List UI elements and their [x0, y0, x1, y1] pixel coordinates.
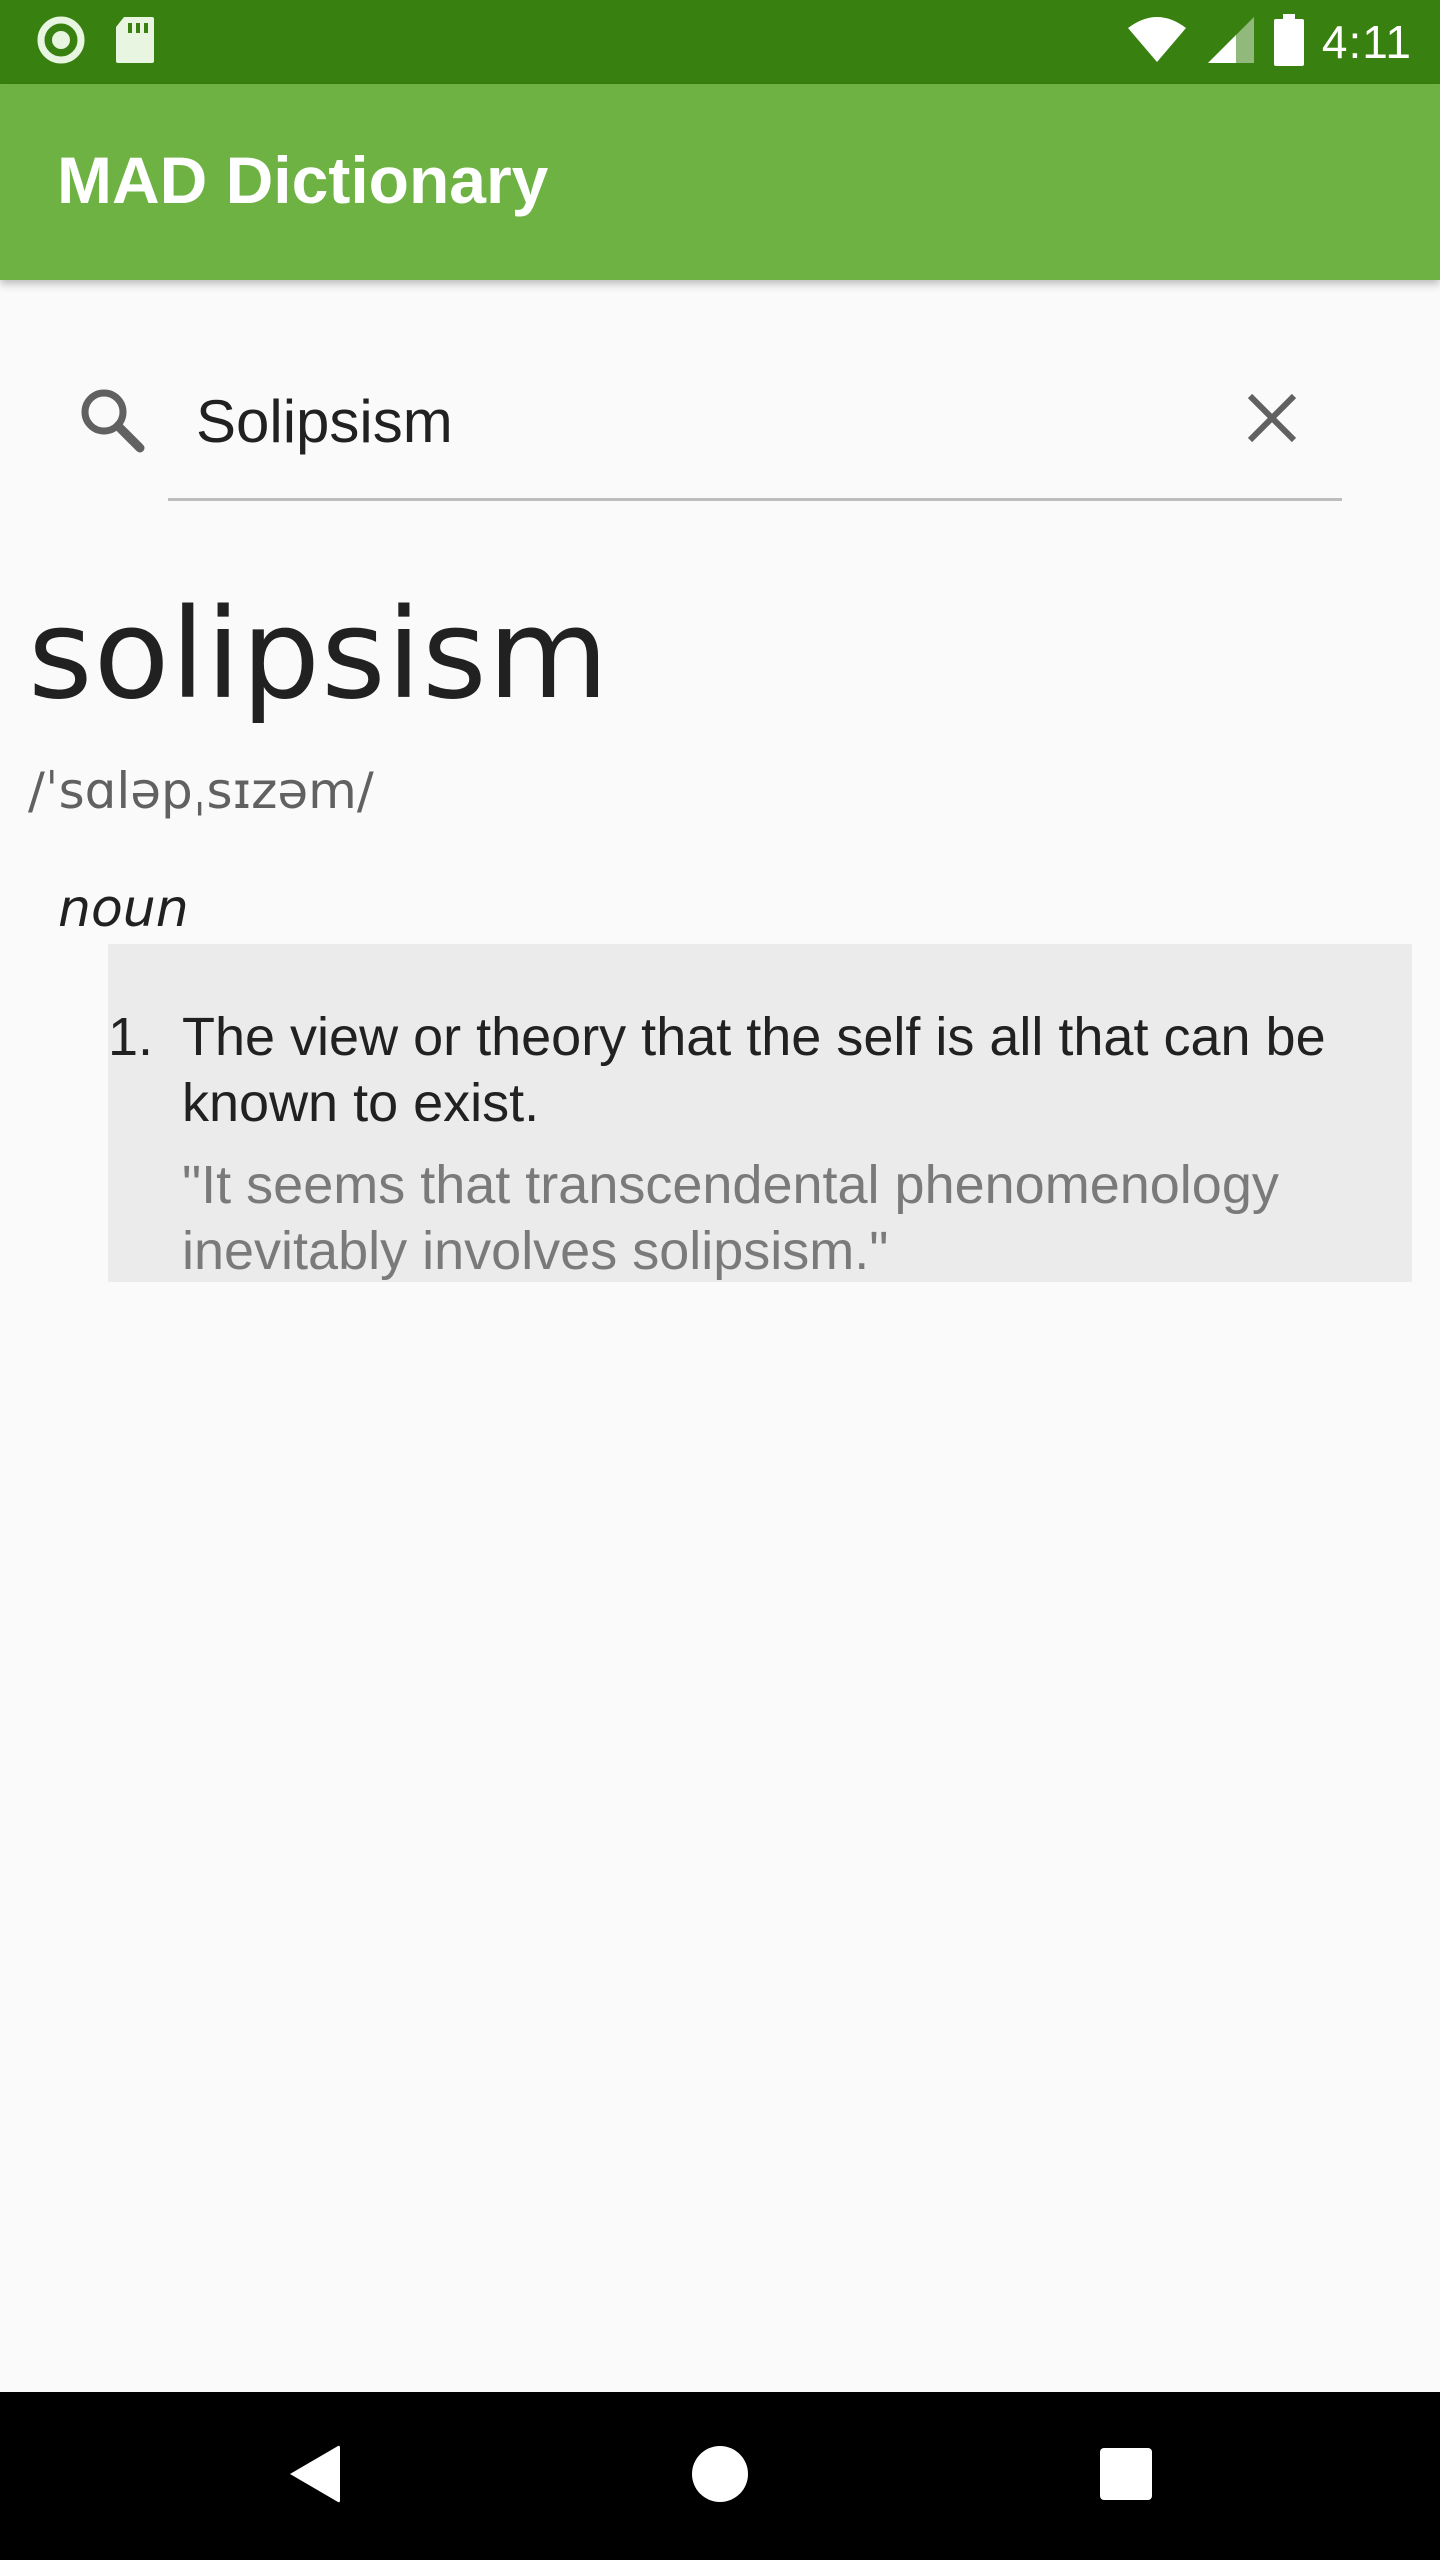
recents-button[interactable]: [1084, 2434, 1168, 2518]
recents-icon: [1098, 2446, 1154, 2506]
definition-item: 1. The view or theory that the self is a…: [108, 944, 1412, 1282]
wifi-icon: [1126, 16, 1188, 68]
status-right-icons: 4:11: [1126, 12, 1412, 72]
screen: 4:11 MAD Dictionary solipsism /ˈsɑləpˌsɪ…: [0, 0, 1440, 2560]
sync-icon: [36, 15, 86, 69]
clear-search-button[interactable]: [1232, 380, 1312, 460]
app-title: MAD Dictionary: [57, 143, 549, 217]
home-icon: [690, 2444, 750, 2508]
cell-signal-icon: [1206, 15, 1256, 69]
sd-card-icon: [114, 15, 156, 69]
status-bar: 4:11: [0, 0, 1440, 84]
status-left-icons: [36, 15, 156, 69]
search-underline: [168, 498, 1342, 501]
definition-text: The view or theory that the self is all …: [182, 1007, 1326, 1133]
back-icon: [284, 2442, 344, 2510]
app-bar: MAD Dictionary: [0, 84, 1440, 280]
definition-number: 1.: [108, 1007, 154, 1067]
status-time: 4:11: [1321, 16, 1412, 68]
part-of-speech: noun: [58, 879, 189, 939]
word-title: solipsism: [28, 583, 610, 727]
search-input[interactable]: [196, 376, 1096, 466]
navigation-bar: [0, 2392, 1440, 2560]
back-button[interactable]: [272, 2434, 356, 2518]
search-icon: [76, 384, 148, 456]
battery-icon: [1273, 14, 1304, 70]
definition-example: "It seems that transcendental phenomenol…: [182, 1155, 1279, 1281]
phonetic-spelling: /ˈsɑləpˌsɪzəm/: [28, 762, 374, 820]
home-button[interactable]: [678, 2434, 762, 2518]
close-icon: [1244, 390, 1300, 450]
